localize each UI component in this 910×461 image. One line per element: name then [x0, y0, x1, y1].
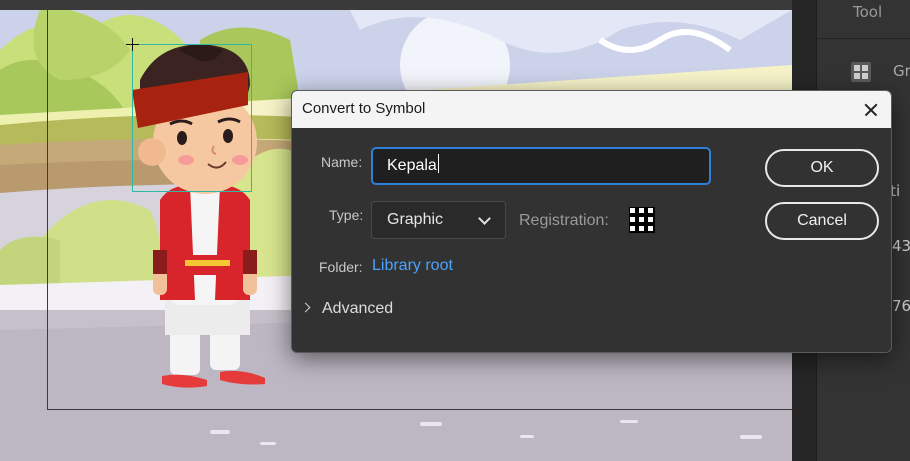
panel-group-label: Gr — [893, 62, 910, 80]
dialog-title: Convert to Symbol — [302, 100, 426, 117]
selection-bounding-box[interactable] — [132, 44, 252, 192]
dialog-title-bar[interactable]: Convert to Symbol — [292, 91, 891, 128]
symbol-type-dropdown[interactable]: Graphic — [371, 201, 506, 239]
folder-link[interactable]: Library root — [372, 257, 453, 275]
cancel-button[interactable]: Cancel — [765, 202, 879, 240]
symbol-name-input[interactable]: Kepala — [371, 147, 711, 185]
stage-top-strip — [0, 0, 792, 10]
registration-grid-icon[interactable] — [629, 207, 655, 233]
convert-to-symbol-dialog: Convert to Symbol Name: Kepala Type: Gra… — [291, 90, 892, 353]
chevron-right-icon[interactable] — [300, 302, 311, 313]
panel-x-value[interactable]: 43 — [892, 237, 910, 255]
panel-y-value[interactable]: 76 — [892, 297, 910, 315]
close-icon[interactable] — [859, 98, 883, 122]
graphic-symbol-icon[interactable] — [851, 62, 871, 82]
advanced-toggle[interactable]: Advanced — [322, 300, 393, 318]
registration-label: Registration: — [519, 212, 609, 229]
type-label: Type: — [329, 207, 364, 223]
ok-button[interactable]: OK — [765, 149, 879, 187]
folder-label: Folder: — [319, 259, 363, 275]
symbol-type-value: Graphic — [387, 211, 444, 228]
symbol-name-value: Kepala — [387, 157, 437, 174]
text-caret — [437, 154, 439, 173]
name-label: Name: — [321, 154, 363, 170]
panel-divider — [817, 38, 910, 39]
chevron-down-icon — [478, 212, 491, 225]
crosshair-cursor-icon — [126, 38, 139, 51]
panel-title: Tool — [853, 3, 883, 21]
